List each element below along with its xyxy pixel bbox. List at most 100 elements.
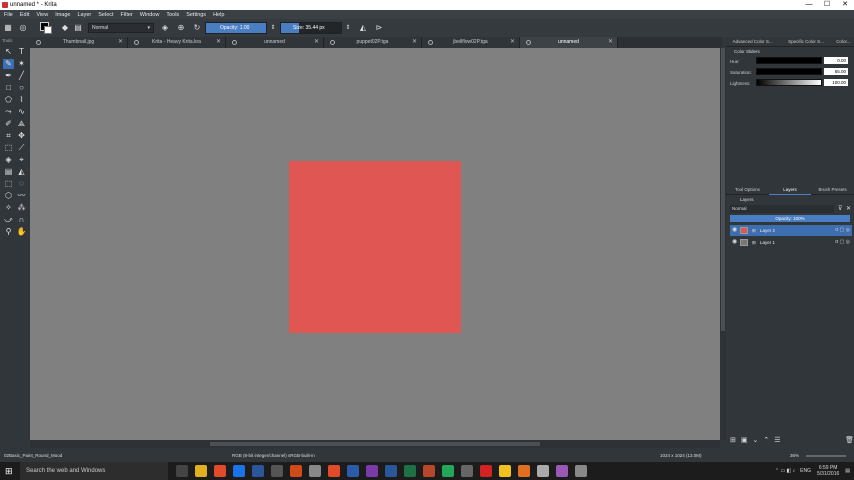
scrollbar-thumb[interactable]: [210, 442, 540, 446]
layer-flag-icons[interactable]: α ▢ ◎: [835, 237, 850, 248]
taskbar-app-icon[interactable]: [575, 465, 587, 477]
taskbar-app-icon[interactable]: [366, 465, 378, 477]
brush-tool-icon[interactable]: ✎: [3, 58, 14, 70]
layer-flag-icons[interactable]: α ▢ ◎: [835, 225, 850, 236]
size-slider[interactable]: Size: 35.44 px: [280, 22, 342, 34]
brush-preset-icon[interactable]: ◎: [18, 23, 28, 33]
taskbar-app-icon[interactable]: [404, 465, 416, 477]
taskbar-app-icon[interactable]: [233, 465, 245, 477]
hue-value[interactable]: 0.00: [824, 57, 848, 64]
zoom-tool-icon[interactable]: ⚲: [3, 227, 14, 237]
fill-tool-icon[interactable]: ◈: [3, 155, 14, 165]
delete-layer-icon[interactable]: 🗑: [845, 436, 854, 446]
menu-settings[interactable]: Settings: [186, 12, 206, 18]
cursor-tool-icon[interactable]: ↖: [3, 47, 14, 57]
calligraphy-tool-icon[interactable]: ✒: [3, 71, 14, 81]
menu-view[interactable]: View: [36, 12, 48, 18]
tab-document-5[interactable]: jbellflow02P.tga ✕: [422, 37, 520, 48]
move-tool-icon[interactable]: ✥: [16, 131, 27, 141]
saturation-value[interactable]: 65.00: [824, 68, 848, 75]
tab-advanced-color-selector[interactable]: Advanced Color S...: [726, 37, 780, 47]
taskbar-app-icon[interactable]: [195, 465, 207, 477]
tab-color[interactable]: Color...: [832, 37, 854, 47]
layer-row[interactable]: ◉ ⊞ Layer 2 α ▢ ◎: [730, 225, 852, 236]
layer-row[interactable]: ◉ ⊞ Layer 1 α ▢ ◎: [730, 237, 852, 248]
move-layer-up-icon[interactable]: ⌃: [763, 436, 769, 446]
lightness-slider[interactable]: [756, 79, 822, 86]
layer-name[interactable]: Layer 1: [760, 237, 775, 248]
horizontal-scrollbar[interactable]: [30, 440, 720, 448]
pan-tool-icon[interactable]: ✋: [16, 227, 27, 237]
brush-editor-icon[interactable]: ▦: [3, 23, 13, 33]
close-tab-icon[interactable]: ✕: [216, 37, 221, 48]
color-picker-tool-icon[interactable]: ⌖: [16, 155, 27, 165]
bezier-select-tool-icon[interactable]: ⤻: [3, 215, 14, 225]
document-canvas[interactable]: [289, 161, 461, 333]
menu-select[interactable]: Select: [98, 12, 113, 18]
menu-layer[interactable]: Layer: [77, 12, 91, 18]
transform-tool-icon[interactable]: ⬚: [3, 143, 14, 153]
windows-start-icon[interactable]: ⊞: [5, 466, 15, 476]
preserve-alpha-icon[interactable]: ⊕: [176, 23, 186, 33]
lightness-value[interactable]: 100.00: [824, 79, 848, 86]
polygon-tool-icon[interactable]: ⬠: [3, 95, 14, 105]
freehand-path-tool-icon[interactable]: ∿: [16, 107, 27, 117]
gradient-tool-icon[interactable]: ▤: [3, 167, 14, 177]
mirror-horizontal-icon[interactable]: ◭: [358, 23, 368, 33]
move-layer-down-icon[interactable]: ⌄: [753, 436, 759, 446]
taskbar-app-icon[interactable]: [442, 465, 454, 477]
taskbar-app-icon[interactable]: [309, 465, 321, 477]
layer-opacity-slider[interactable]: Opacity: 100%: [730, 215, 850, 222]
scrollbar-thumb[interactable]: [721, 48, 725, 331]
tab-layers[interactable]: Layers: [768, 185, 812, 195]
text-tool-icon[interactable]: T: [16, 47, 27, 57]
contiguous-select-tool-icon[interactable]: ✧: [3, 203, 14, 213]
taskbar-app-icon[interactable]: [480, 465, 492, 477]
minimize-button[interactable]: —: [800, 0, 818, 10]
taskbar-app-icon[interactable]: [328, 465, 340, 477]
layer-name[interactable]: Layer 2: [760, 225, 775, 236]
close-button[interactable]: ✕: [836, 0, 854, 10]
taskbar-app-icon[interactable]: [556, 465, 568, 477]
layer-properties-icon[interactable]: ☰: [774, 436, 780, 446]
taskbar-app-icon[interactable]: [518, 465, 530, 477]
action-center-icon[interactable]: ▤: [845, 468, 850, 474]
tab-document-3[interactable]: unnamed ✕: [226, 37, 324, 48]
taskbar-app-icon[interactable]: [347, 465, 359, 477]
magnetic-select-tool-icon[interactable]: ∩: [16, 215, 27, 225]
tab-document-6[interactable]: unnamed ✕: [520, 37, 618, 48]
maximize-button[interactable]: ☐: [818, 0, 836, 10]
tab-brush-presets[interactable]: Brush Presets: [811, 185, 854, 195]
taskbar-app-icon[interactable]: [499, 465, 511, 477]
zoom-status[interactable]: 36%: [790, 450, 799, 462]
tab-document-4[interactable]: puppet02P.tga ✕: [324, 37, 422, 48]
saturation-slider[interactable]: [756, 68, 822, 75]
close-tab-icon[interactable]: ✕: [608, 37, 613, 48]
menu-file[interactable]: File: [4, 12, 13, 18]
taskbar-app-icon[interactable]: [252, 465, 264, 477]
taskbar-app-icon[interactable]: [271, 465, 283, 477]
close-icon[interactable]: ✕: [846, 205, 851, 212]
taskbar-app-icon[interactable]: [385, 465, 397, 477]
taskbar-search-input[interactable]: Search the web and Windows: [20, 462, 168, 480]
visibility-eye-icon[interactable]: ◉: [732, 225, 737, 236]
line-tool-icon[interactable]: ╱: [16, 71, 27, 81]
opacity-stepper-icon[interactable]: ⇕: [268, 23, 278, 33]
canvas-area[interactable]: [30, 48, 720, 440]
taskbar-app-icon[interactable]: [214, 465, 226, 477]
close-tab-icon[interactable]: ✕: [412, 37, 417, 48]
menu-image[interactable]: Image: [55, 12, 70, 18]
filter-icon[interactable]: ⊽: [838, 205, 842, 212]
menu-window[interactable]: Window: [140, 12, 160, 18]
taskbar-app-icon[interactable]: [461, 465, 473, 477]
menu-tools[interactable]: Tools: [166, 12, 179, 18]
taskbar-app-icon[interactable]: [537, 465, 549, 477]
notification-area-icons[interactable]: ⌃ ▭ ◧ ♪: [775, 468, 795, 474]
crop-tool-icon[interactable]: ⌗: [3, 131, 14, 141]
eraser-mode-icon[interactable]: ◈: [160, 23, 170, 33]
hue-slider[interactable]: [756, 57, 822, 64]
pattern-icon[interactable]: ◆: [60, 23, 70, 33]
close-tab-icon[interactable]: ✕: [314, 37, 319, 48]
taskbar-app-icon[interactable]: [290, 465, 302, 477]
background-color-swatch[interactable]: [44, 26, 52, 34]
